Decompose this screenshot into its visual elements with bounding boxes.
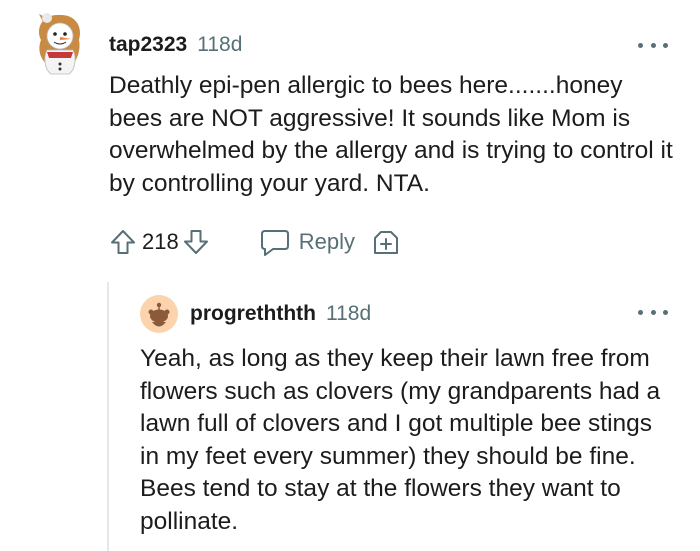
snoo-avatar-icon[interactable] xyxy=(140,295,178,333)
comment-age: 118d xyxy=(197,33,243,56)
comment-actions: 218 Reply xyxy=(108,226,401,258)
more-options-icon[interactable] xyxy=(638,36,668,54)
reply-age: 118d xyxy=(325,302,372,325)
reply-button[interactable]: Reply xyxy=(259,227,355,257)
reply-label: Reply xyxy=(298,229,355,254)
downvote-arrow-icon[interactable] xyxy=(181,227,211,257)
upvote-arrow-icon[interactable] xyxy=(108,227,138,257)
comment-author: tap2323 118d xyxy=(109,33,242,57)
comment-body: Deathly epi-pen allergic to bees here...… xyxy=(109,72,673,197)
speech-bubble-icon xyxy=(260,230,289,256)
thread-line[interactable] xyxy=(107,282,109,551)
reply-more-options-icon[interactable] xyxy=(638,303,668,321)
reply-username[interactable]: progreththth xyxy=(190,302,316,325)
reply-body: Yeah, as long as they keep their lawn fr… xyxy=(140,345,661,535)
reply-author: progreththth 118d xyxy=(190,302,371,326)
snowman-avatar-icon[interactable] xyxy=(33,10,85,76)
username[interactable]: tap2323 xyxy=(109,33,187,56)
vote-count: 218 xyxy=(142,229,179,254)
award-plus-icon[interactable] xyxy=(371,227,401,257)
